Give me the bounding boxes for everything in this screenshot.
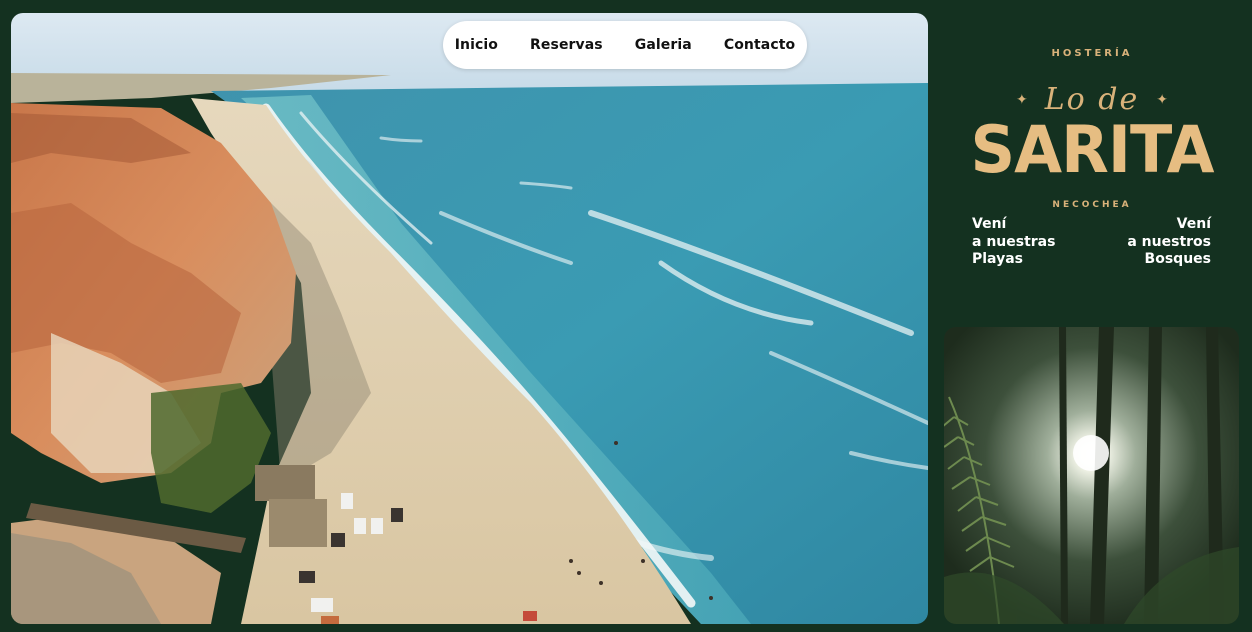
nav-inicio[interactable]: Inicio (455, 37, 498, 53)
tagline-bosques[interactable]: Vení a nuestros Bosques (1127, 216, 1211, 269)
nav-contacto[interactable]: Contacto (724, 37, 795, 53)
nav-reservas[interactable]: Reservas (530, 37, 603, 53)
nav-galeria[interactable]: Galeria (635, 37, 692, 53)
tagline-line: a nuestras (972, 233, 1056, 250)
tagline-playas[interactable]: Vení a nuestras Playas (972, 216, 1055, 269)
brand-name: SARITA (970, 111, 1215, 188)
tagline-line: Vení (1176, 216, 1211, 232)
forest-image-card[interactable] (944, 327, 1239, 624)
brand-logo: HOSTERÍA ✦ Lo de ✦ SARITA NECOCHEA Vení … (944, 30, 1240, 280)
forest-illustration (944, 327, 1239, 624)
tagline-line: Playas (972, 251, 1023, 267)
brand-location: NECOCHEA (1052, 200, 1132, 210)
tagline-line: Bosques (1144, 251, 1211, 267)
main-nav: Inicio Reservas Galeria Contacto (443, 21, 807, 69)
sparkle-icon: ✦ (1156, 92, 1168, 108)
hero-beach-image (11, 13, 928, 624)
tagline-line: Vení (972, 216, 1007, 232)
brand-top-label: HOSTERÍA (1051, 48, 1133, 59)
tagline-line: a nuestros (1127, 233, 1211, 250)
beach-illustration (11, 13, 928, 624)
